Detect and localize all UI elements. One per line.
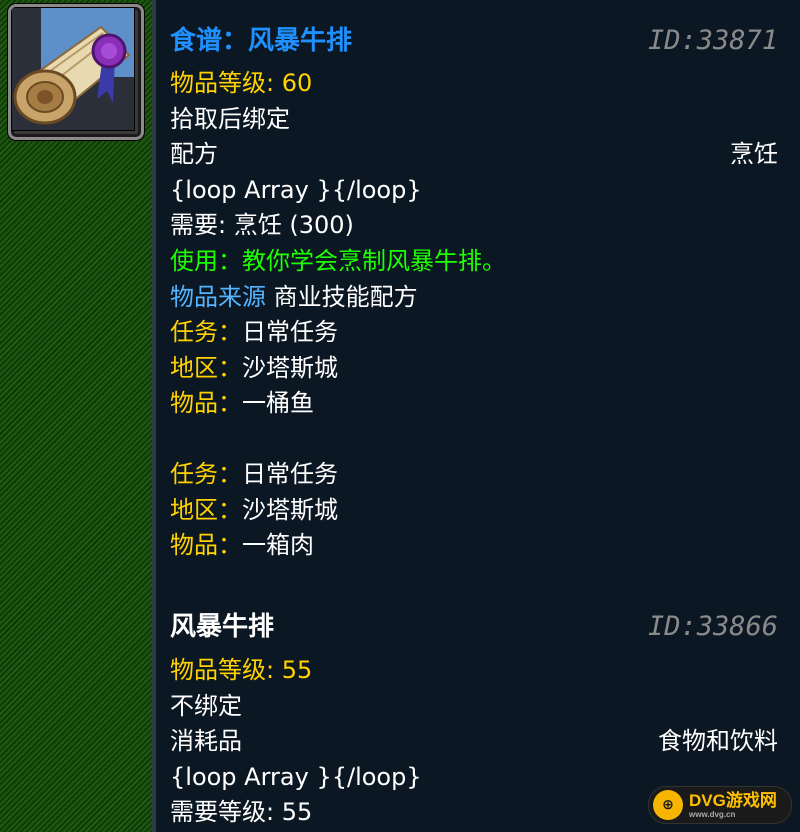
item1-level-value: 60 (274, 69, 313, 97)
watermark-url: www.dvg.cn (689, 809, 736, 819)
quest1-item: 物品：一桶鱼 (170, 386, 778, 420)
item2-level-label: 物品等级: (170, 656, 275, 684)
recipe-scroll-icon[interactable] (8, 4, 144, 140)
quest2-task: 任务：日常任务 (170, 457, 778, 491)
quest-task-value: 日常任务 (242, 318, 338, 346)
item2-header: 风暴牛排 ID:33866 (170, 608, 778, 646)
watermark-text: DVG游戏网 www.dvg.cn (689, 790, 777, 819)
quest-zone-value: 沙塔斯城 (242, 354, 338, 382)
item1-level: 物品等级: 60 (170, 66, 778, 100)
quest2-item: 物品：一箱肉 (170, 528, 778, 562)
quest-item-value: 一箱肉 (242, 531, 314, 559)
item1-id: ID:33871 (647, 25, 778, 56)
left-background-panel (0, 0, 152, 832)
quest2-zone: 地区：沙塔斯城 (170, 493, 778, 527)
item1-source: 物品来源 商业技能配方 (170, 280, 778, 314)
item1-source-value: 商业技能配方 (266, 283, 418, 311)
item1-subtype: 烹饪 (730, 140, 778, 168)
item1-bind: 拾取后绑定 (170, 105, 290, 133)
quest-task-value: 日常任务 (242, 460, 338, 488)
item1-header: 食谱：风暴牛排 ID:33871 (170, 22, 778, 60)
quest-zone-label: 地区： (170, 354, 242, 382)
quest-zone-value: 沙塔斯城 (242, 496, 338, 524)
item1-loop: {loop Array }{/loop} (170, 176, 422, 204)
item2-type-row: 消耗品 食物和饮料 (170, 724, 778, 758)
item-tooltip: 食谱：风暴牛排 ID:33871 物品等级: 60 拾取后绑定 配方 烹饪 {l… (156, 0, 800, 832)
quest-item-label: 物品： (170, 389, 242, 417)
item1-type: 配方 (170, 140, 218, 168)
quest1-task: 任务：日常任务 (170, 315, 778, 349)
item2-title-link[interactable]: 风暴牛排 (170, 612, 274, 642)
gamepad-icon: ⊕ (653, 790, 683, 820)
item1-type-row: 配方 烹饪 (170, 137, 778, 171)
item2-bind: 不绑定 (170, 692, 242, 720)
quest-item-value: 一桶鱼 (242, 389, 314, 417)
item2-level-value: 55 (274, 656, 313, 684)
quest-task-label: 任务： (170, 460, 242, 488)
quest-zone-label: 地区： (170, 496, 242, 524)
item2-level: 物品等级: 55 (170, 653, 778, 687)
item1-title-link[interactable]: 食谱：风暴牛排 (170, 26, 352, 56)
dvg-watermark: ⊕ DVG游戏网 www.dvg.cn (648, 786, 792, 824)
watermark-brand: DVG游戏网 (689, 790, 777, 810)
item1-use: 使用：教你学会烹制风暴牛排。 (170, 247, 506, 275)
quest1-zone: 地区：沙塔斯城 (170, 351, 778, 385)
item1-requires: 需要: 烹饪 (300) (170, 211, 354, 239)
item1-level-label: 物品等级: (170, 69, 275, 97)
item1-source-label: 物品来源 (170, 283, 266, 311)
item2-id: ID:33866 (647, 611, 778, 642)
item2-type: 消耗品 (170, 727, 242, 755)
quest-task-label: 任务： (170, 318, 242, 346)
item2-subtype: 食物和饮料 (658, 727, 778, 755)
quest-item-label: 物品： (170, 531, 242, 559)
